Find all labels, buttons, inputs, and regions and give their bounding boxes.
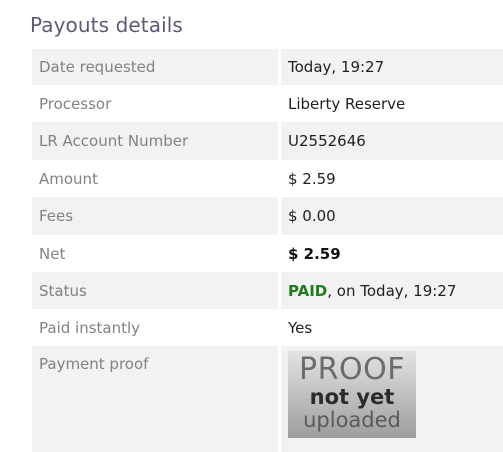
row-processor: Processor Liberty Reserve: [32, 85, 503, 122]
net-value-cell: $ 2.59: [281, 235, 503, 272]
status-date: , on Today, 19:27: [327, 281, 457, 300]
row-date-requested: Date requested Today, 19:27: [32, 49, 503, 85]
net-label: Net: [32, 235, 281, 272]
amount-value: $ 2.59: [281, 160, 503, 197]
date-requested-label: Date requested: [32, 49, 281, 85]
paid-instantly-label: Paid instantly: [32, 309, 281, 346]
payout-details-table: Date requested Today, 19:27 Processor Li…: [32, 49, 503, 452]
paid-instantly-value: Yes: [281, 309, 503, 346]
account-number-value: U2552646: [281, 122, 503, 160]
status-label: Status: [32, 272, 281, 309]
net-value: $ 2.59: [288, 244, 341, 263]
date-requested-value: Today, 19:27: [281, 49, 503, 85]
proof-placeholder-image[interactable]: PROOF not yet uploaded: [288, 351, 416, 438]
row-paid-instantly: Paid instantly Yes: [32, 309, 503, 346]
proof-image-line1: PROOF: [299, 352, 405, 387]
account-number-label: LR Account Number: [32, 122, 281, 160]
processor-label: Processor: [32, 85, 281, 122]
processor-value: Liberty Reserve: [281, 85, 503, 122]
row-amount: Amount $ 2.59: [32, 160, 503, 197]
page-title: Payouts details: [30, 13, 183, 37]
row-account-number: LR Account Number U2552646: [32, 122, 503, 160]
payment-proof-label: Payment proof: [32, 346, 281, 452]
fees-value: $ 0.00: [281, 197, 503, 235]
status-value-cell: PAID, on Today, 19:27: [281, 272, 503, 309]
proof-image-line3: uploaded: [303, 408, 401, 432]
amount-label: Amount: [32, 160, 281, 197]
row-fees: Fees $ 0.00: [32, 197, 503, 235]
status-badge: PAID: [288, 281, 328, 300]
fees-label: Fees: [32, 197, 281, 235]
payment-proof-cell: PROOF not yet uploaded: [281, 346, 503, 452]
row-payment-proof: Payment proof PROOF not yet uploaded: [32, 346, 503, 452]
row-status: Status PAID, on Today, 19:27: [32, 272, 503, 309]
proof-image-line2: not yet: [309, 385, 395, 409]
row-net: Net $ 2.59: [32, 235, 503, 272]
